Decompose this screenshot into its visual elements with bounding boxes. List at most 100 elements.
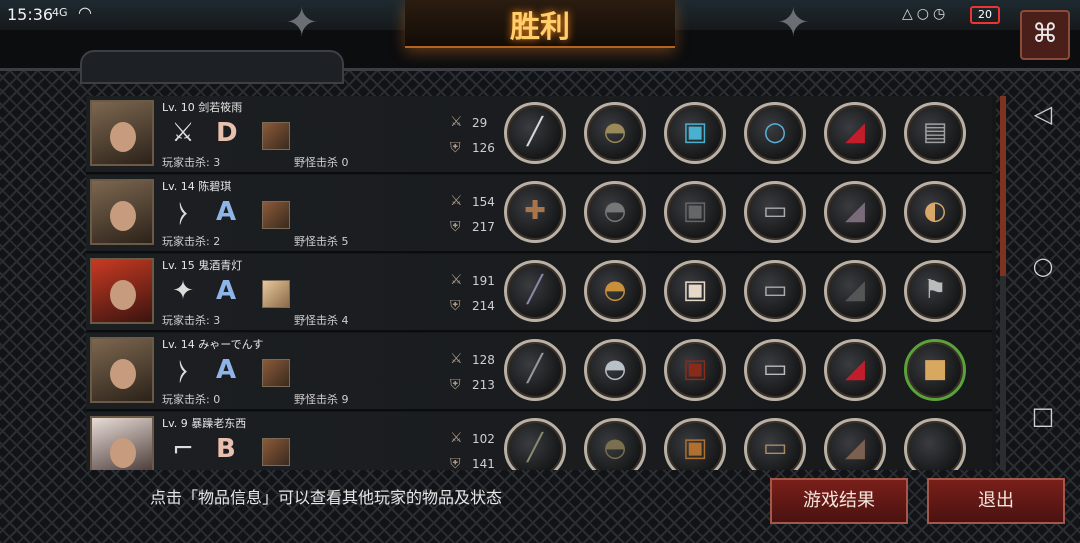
skill-icon[interactable] <box>262 359 290 387</box>
armor-icon[interactable]: ▣ <box>664 339 726 401</box>
player-row[interactable]: Lv. 14 みゃーでんす ⧽ A 玩家击杀: 0 野怪击杀 9 ⚔ 128 ⛨… <box>86 333 992 411</box>
defense-value: 141 <box>472 457 495 470</box>
grade-badge: A <box>216 197 237 227</box>
monster-kills: 野怪击杀 4 <box>294 314 349 327</box>
player-kills: 玩家击杀: 2 <box>162 235 221 248</box>
hint-text: 点击「物品信息」可以查看其他玩家的物品及状态 <box>150 488 503 507</box>
back-nav-icon[interactable]: ◁ <box>1018 100 1068 140</box>
defense-icon: ⛨ <box>450 219 461 235</box>
boots-icon[interactable]: ◢ <box>824 181 886 243</box>
attack-icon: ⚔ <box>450 351 463 367</box>
pistol-icon: ⌐ <box>172 434 194 464</box>
armor-icon[interactable]: ▣ <box>664 260 726 322</box>
bracer-icon[interactable]: ▤ <box>904 102 966 164</box>
rifle-icon[interactable]: ╱ <box>504 418 566 470</box>
attack-value: 29 <box>472 116 488 130</box>
avatar[interactable] <box>90 416 154 470</box>
skill-icon[interactable] <box>262 122 290 150</box>
player-row[interactable]: Lv. 9 暴躁老东西 ⌐ B ⚔ 102 ⛨ 141 ╱ ◓ ▣ ▭ ◢ <box>86 412 992 470</box>
armor-icon[interactable]: ▣ <box>664 418 726 470</box>
flag-icon[interactable]: ⚑ <box>904 260 966 322</box>
sword-icon: ⚔ <box>171 118 195 148</box>
shuriken-icon: ✦ <box>172 276 194 306</box>
defense-value: 126 <box>472 141 495 155</box>
player-row[interactable]: Lv. 14 陈碧琪 ⧽ A 玩家击杀: 2 野怪击杀 5 ⚔ 154 ⛨ 21… <box>86 175 992 253</box>
player-row[interactable]: Lv. 10 剑若筱雨 ⚔ D 玩家击杀: 3 野怪击杀 0 ⚔ 29 ⛨ 12… <box>86 96 992 174</box>
player-row[interactable]: Lv. 15 鬼酒青灯 ✦ A 玩家击杀: 3 野怪击杀 4 ⚔ 191 ⛨ 2… <box>86 254 992 332</box>
attack-value: 102 <box>472 432 495 446</box>
skill-icon[interactable] <box>262 438 290 466</box>
helmet-icon[interactable]: ◓ <box>584 418 646 470</box>
exit-button[interactable]: 退出 <box>927 478 1065 524</box>
player-level-name: Lv. 15 鬼酒青灯 <box>162 259 243 272</box>
grade-badge: D <box>216 118 238 148</box>
defense-icon: ⛨ <box>450 456 461 470</box>
victory-title: 胜利 <box>510 10 570 45</box>
necklace-icon[interactable]: ○ <box>744 102 806 164</box>
player-list[interactable]: Lv. 10 剑若筱雨 ⚔ D 玩家击杀: 3 野怪击杀 0 ⚔ 29 ⛨ 12… <box>86 96 996 470</box>
attack-icon: ⚔ <box>450 114 463 130</box>
attack-icon: ⚔ <box>450 193 463 209</box>
boots-icon[interactable]: ◢ <box>824 418 886 470</box>
brush-weapon-icon[interactable]: ╱ <box>504 102 566 164</box>
armor-icon[interactable]: ▣ <box>664 102 726 164</box>
armor-icon[interactable]: ▣ <box>664 181 726 243</box>
bow-item-icon[interactable]: ╱ <box>504 339 566 401</box>
player-kills: 玩家击杀: 0 <box>162 393 221 406</box>
defense-value: 213 <box>472 378 495 392</box>
defense-icon: ⛨ <box>450 298 461 314</box>
monster-kills: 野怪击杀 0 <box>294 156 349 169</box>
left-wing-ornament: ✦ <box>285 0 319 46</box>
bracer-icon[interactable]: ▭ <box>744 260 806 322</box>
grade-badge: A <box>216 355 237 385</box>
skill-icon[interactable] <box>262 201 290 229</box>
scrollbar[interactable] <box>1000 96 1006 470</box>
monster-kills: 野怪击杀 5 <box>294 235 349 248</box>
defense-icon: ⛨ <box>450 140 461 156</box>
helmet-icon[interactable]: ◓ <box>584 339 646 401</box>
status-icons: △○◷ <box>902 6 950 22</box>
bracer-icon[interactable]: ▭ <box>744 181 806 243</box>
helmet-icon[interactable]: ◓ <box>584 102 646 164</box>
crossbow-icon[interactable]: ✚ <box>504 181 566 243</box>
avatar[interactable] <box>90 337 154 403</box>
player-level-name: Lv. 14 陈碧琪 <box>162 180 232 193</box>
blade-icon[interactable]: ╱ <box>504 260 566 322</box>
share-icon: ⌘ <box>1032 19 1058 49</box>
bracer-icon[interactable]: ▭ <box>744 339 806 401</box>
bow-icon: ⧽ <box>178 355 188 385</box>
right-wing-ornament: ✦ <box>776 0 810 46</box>
status-time: 15:36 <box>7 5 54 24</box>
battery-icon: 20 <box>970 6 1000 24</box>
avatar[interactable] <box>90 258 154 324</box>
player-level-name: Lv. 10 剑若筱雨 <box>162 101 243 114</box>
defense-icon: ⛨ <box>450 377 461 393</box>
scrollbar-thumb[interactable] <box>1000 96 1006 276</box>
grade-badge: A <box>216 276 237 306</box>
share-button[interactable]: ⌘ <box>1020 10 1070 60</box>
boots-icon[interactable]: ◢ <box>824 339 886 401</box>
boots-icon[interactable]: ◢ <box>824 260 886 322</box>
player-level-name: Lv. 14 みゃーでんす <box>162 338 264 351</box>
recents-nav-icon[interactable]: □ <box>1018 402 1068 442</box>
attack-value: 128 <box>472 353 495 367</box>
bracer-icon[interactable]: ▭ <box>744 418 806 470</box>
skill-icon[interactable] <box>262 280 290 308</box>
game-result-button[interactable]: 游戏结果 <box>770 478 908 524</box>
avatar[interactable] <box>90 100 154 166</box>
bow-icon: ⧽ <box>178 197 188 227</box>
helmet-icon[interactable]: ◓ <box>584 260 646 322</box>
helmet-icon[interactable]: ◓ <box>584 181 646 243</box>
grade-badge: B <box>216 434 236 464</box>
avatar[interactable] <box>90 179 154 245</box>
signal-icon: 4G <box>52 6 68 19</box>
defense-value: 214 <box>472 299 495 313</box>
supply-crate-icon[interactable]: ■ <box>904 339 966 401</box>
fan-icon[interactable]: ◐ <box>904 181 966 243</box>
home-nav-icon[interactable]: ○ <box>1018 252 1068 292</box>
player-level-name: Lv. 9 暴躁老东西 <box>162 417 247 430</box>
empty-slot[interactable] <box>904 418 966 470</box>
boots-icon[interactable]: ◢ <box>824 102 886 164</box>
monster-kills: 野怪击杀 9 <box>294 393 349 406</box>
player-kills: 玩家击杀: 3 <box>162 314 221 327</box>
